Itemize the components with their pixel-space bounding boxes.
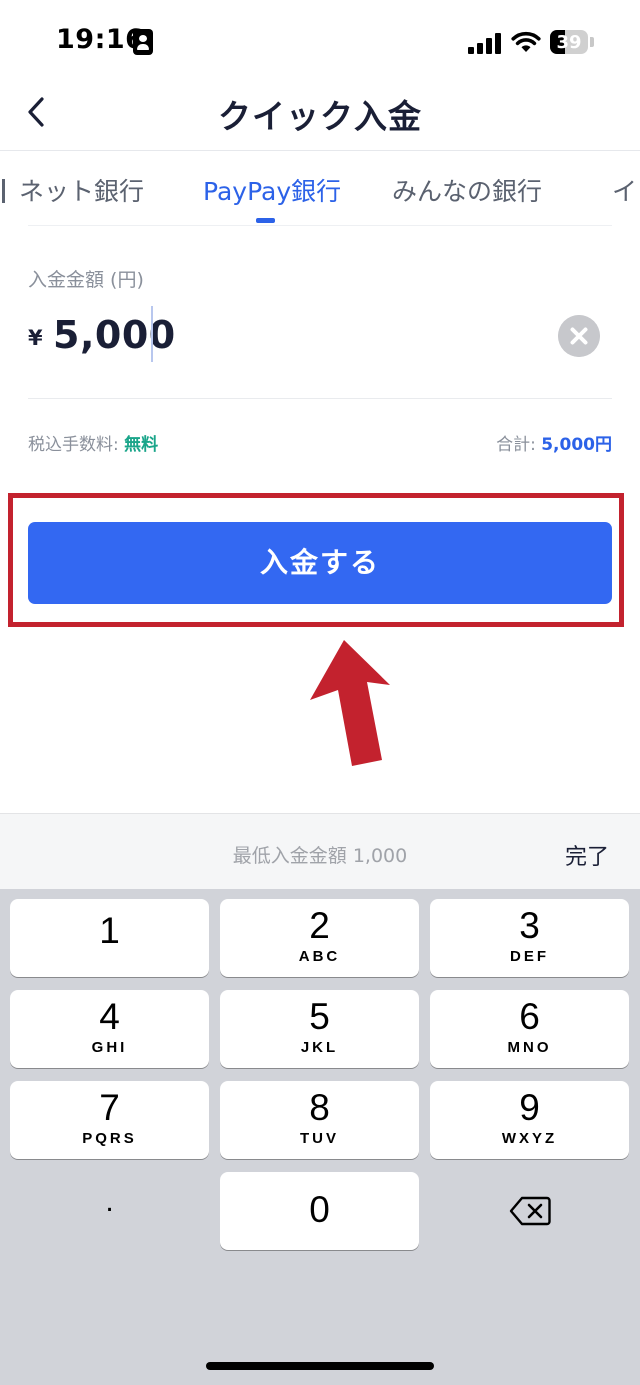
- signal-icon: [468, 32, 502, 54]
- deposit-button[interactable]: 入金する: [28, 522, 612, 604]
- tab-minna-bank[interactable]: みんなの銀行: [392, 172, 542, 208]
- key-letters: MNO: [507, 1039, 552, 1056]
- clear-circle-icon[interactable]: [558, 315, 600, 357]
- key-number: 4: [99, 996, 120, 1037]
- text-caret: [151, 306, 153, 362]
- tab-paypay-bank[interactable]: PayPay銀行: [203, 172, 341, 208]
- tab-active-indicator: [256, 218, 275, 223]
- key-letters: JKL: [300, 1039, 339, 1056]
- battery-icon: 39: [550, 30, 588, 54]
- total-value: 5,000円: [541, 435, 612, 455]
- done-button[interactable]: 完了: [565, 839, 609, 871]
- fee-label: 税込手数料:: [28, 435, 125, 455]
- key-dot[interactable]: .: [10, 1172, 209, 1250]
- key-number: 6: [519, 996, 540, 1037]
- key-number: 8: [309, 1087, 330, 1128]
- key-number: 5: [309, 996, 330, 1037]
- total-label: 合計:: [496, 435, 542, 455]
- fee-row: 税込手数料: 無料: [28, 430, 158, 455]
- status-time: 19:16: [56, 24, 145, 55]
- key-8[interactable]: 8 TUV: [220, 1081, 419, 1159]
- header-divider: [0, 150, 640, 151]
- key-number: 3: [519, 905, 540, 946]
- tab-label: ネット銀行: [19, 177, 145, 206]
- page-title: クイック入金: [218, 97, 422, 136]
- key-letters: PQRS: [82, 1130, 137, 1147]
- key-letters: GHI: [91, 1039, 128, 1056]
- amount-divider: [28, 398, 612, 399]
- key-number: 0: [309, 1189, 330, 1230]
- annotation-arrow-icon: [310, 640, 390, 766]
- key-1[interactable]: 1: [10, 899, 209, 977]
- tab-net-bank[interactable]: ネット銀行: [0, 172, 144, 208]
- battery-tip: [590, 37, 594, 47]
- key-letters: WXYZ: [501, 1130, 558, 1147]
- key-letters: TUV: [300, 1130, 339, 1147]
- key-7[interactable]: 7 PQRS: [10, 1081, 209, 1159]
- tab-next[interactable]: イ: [612, 172, 637, 208]
- wifi-icon: [511, 31, 541, 52]
- key-0[interactable]: 0: [220, 1172, 419, 1250]
- key-number: 1: [99, 910, 120, 951]
- min-amount-hint: 最低入金金額 1,000: [232, 845, 408, 867]
- fee-value: 無料: [124, 435, 159, 455]
- home-indicator[interactable]: [206, 1362, 434, 1370]
- delete-key[interactable]: [430, 1172, 629, 1250]
- battery-percent: 39: [556, 32, 582, 53]
- amount-label: 入金金額 (円): [28, 269, 144, 291]
- contact-card-icon: [133, 29, 153, 55]
- amount-input[interactable]: 5,000: [53, 313, 176, 357]
- key-4[interactable]: 4 GHI: [10, 990, 209, 1068]
- key-number: 2: [309, 905, 330, 946]
- key-letters: DEF: [510, 948, 549, 965]
- key-5[interactable]: 5 JKL: [220, 990, 419, 1068]
- key-letters: ABC: [298, 948, 341, 965]
- tab-divider: [28, 225, 612, 226]
- key-2[interactable]: 2 ABC: [220, 899, 419, 977]
- key-6[interactable]: 6 MNO: [430, 990, 629, 1068]
- key-number: 7: [99, 1087, 120, 1128]
- backspace-icon: [509, 1196, 551, 1226]
- total-row: 合計: 5,000円: [496, 430, 612, 455]
- key-3[interactable]: 3 DEF: [430, 899, 629, 977]
- key-number: 9: [519, 1087, 540, 1128]
- key-9[interactable]: 9 WXYZ: [430, 1081, 629, 1159]
- currency-symbol: ¥: [28, 326, 43, 350]
- numeric-keypad: 1 2 ABC 3 DEF 4 GHI 5 JKL 6 MNO 7 PQRS 8 TUV 9 W…: [0, 889, 640, 1385]
